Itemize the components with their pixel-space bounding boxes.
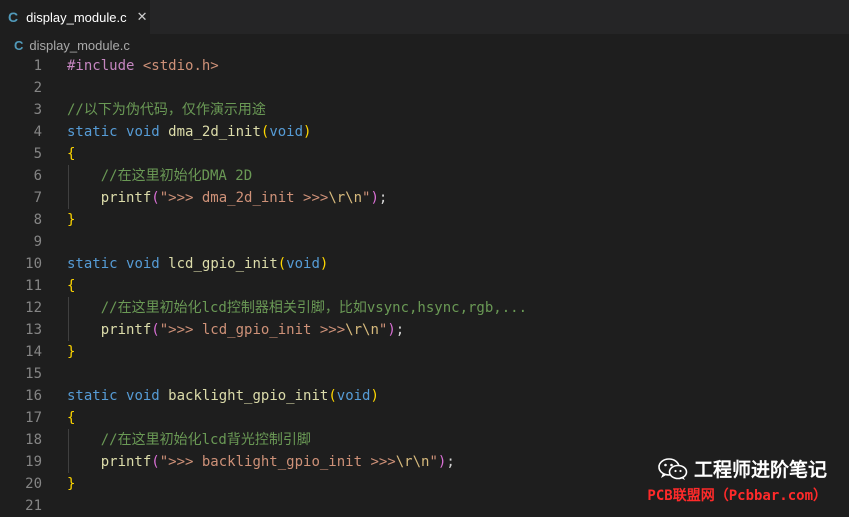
tab-bar: C display_module.c ✕ — [0, 0, 849, 34]
code-line: //在这里初始化DMA 2D — [67, 165, 252, 187]
watermark-title: 工程师进阶笔记 — [693, 459, 827, 481]
code-token: \r\n — [328, 190, 363, 206]
line-number: 13 — [25, 322, 42, 338]
code-token: //在这里初始化DMA 2D — [100, 168, 253, 184]
code-token: void — [126, 388, 160, 404]
code-token: void — [126, 256, 160, 272]
code-line: static void lcd_gpio_init(void) — [67, 253, 328, 275]
line-number: 9 — [33, 234, 42, 250]
code-token: ">>> lcd_gpio_init >>> — [159, 322, 346, 338]
line-number: 11 — [25, 278, 42, 294]
code-token: { — [67, 410, 76, 426]
code-line: { — [67, 275, 75, 297]
code-token: ">>> dma_2d_init >>> — [159, 190, 329, 206]
code-editor[interactable]: 1 #include <stdio.h> 2 3 //以下为伪代码，仅作演示用途 4… — [0, 55, 849, 514]
line-number: 19 — [25, 454, 42, 470]
code-line: //在这里初始化lcd背光控制引脚 — [67, 429, 311, 451]
code-token: ; — [378, 190, 388, 206]
code-token: " — [429, 454, 438, 470]
line-number: 18 — [25, 432, 42, 448]
code-line: printf(">>> lcd_gpio_init >>>\r\n"); — [67, 319, 404, 341]
code-token: ) — [319, 256, 329, 272]
code-line: #include <stdio.h> — [67, 55, 219, 77]
code-token: #include — [67, 58, 135, 74]
code-token: ; — [395, 322, 405, 338]
code-line: } — [67, 341, 75, 363]
code-token: } — [67, 344, 76, 360]
line-number: 16 — [25, 388, 42, 404]
watermark-subtitle: PCB联盟网（Pcbbar.com） — [647, 488, 827, 504]
code-token: ) — [387, 322, 396, 338]
code-token: backlight_gpio_init — [168, 388, 329, 404]
close-icon[interactable]: ✕ — [137, 10, 148, 25]
code-token: dma_2d_init — [168, 124, 261, 140]
code-line: //在这里初始化lcd控制器相关引脚，比如vsync,hsync,rgb,... — [67, 297, 527, 319]
code-token: } — [67, 212, 76, 228]
line-number: 1 — [33, 58, 42, 74]
code-token: printf — [100, 322, 152, 338]
line-number: 6 — [33, 168, 42, 184]
code-token: static — [67, 124, 118, 140]
c-file-icon: C — [14, 37, 24, 53]
breadcrumb: C display_module.c — [0, 34, 849, 56]
code-line: printf(">>> backlight_gpio_init >>>\r\n"… — [67, 451, 455, 473]
code-token: lcd_gpio_init — [168, 256, 278, 272]
line-number: 2 — [33, 80, 42, 96]
line-number: 8 — [33, 212, 42, 228]
line-number: 14 — [25, 344, 42, 360]
code-token: printf — [100, 190, 152, 206]
code-token: void — [126, 124, 160, 140]
code-line: { — [67, 407, 75, 429]
code-line: //以下为伪代码，仅作演示用途 — [67, 99, 266, 121]
tab-title: display_module.c — [26, 9, 127, 25]
code-token: ( — [151, 190, 160, 206]
code-token: ">>> backlight_gpio_init >>> — [159, 454, 396, 470]
code-token: void — [286, 256, 320, 272]
code-token: { — [67, 146, 76, 162]
line-number: 5 — [33, 146, 42, 162]
code-token: static — [67, 256, 118, 272]
code-token: { — [67, 278, 76, 294]
line-number: 21 — [25, 498, 42, 514]
line-number: 20 — [25, 476, 42, 492]
breadcrumb-file[interactable]: display_module.c — [29, 38, 129, 53]
code-token: } — [67, 476, 76, 492]
code-token: ) — [303, 124, 312, 140]
code-line: static void backlight_gpio_init(void) — [67, 385, 379, 407]
line-number: 7 — [33, 190, 42, 206]
code-token: <stdio.h> — [134, 58, 219, 74]
code-token: //以下为伪代码，仅作演示用途 — [67, 102, 266, 118]
code-line: { — [67, 143, 75, 165]
code-token: static — [67, 388, 118, 404]
code-token: void — [269, 124, 304, 140]
line-number: 17 — [25, 410, 42, 426]
code-token: ; — [446, 454, 455, 470]
code-line: static void dma_2d_init(void) — [67, 121, 311, 143]
code-token: \r\n — [345, 322, 379, 338]
code-token: //在这里初始化lcd背光控制引脚 — [100, 432, 311, 448]
line-number: 3 — [33, 102, 42, 118]
tab-display-module[interactable]: C display_module.c ✕ — [0, 0, 150, 34]
code-token: ( — [151, 322, 160, 338]
code-token: ) — [370, 190, 379, 206]
code-token: printf — [100, 454, 152, 470]
c-file-icon: C — [8, 9, 19, 25]
code-line: } — [67, 209, 75, 231]
code-line: printf(">>> dma_2d_init >>>\r\n"); — [67, 187, 388, 209]
code-line: } — [67, 473, 75, 495]
code-token: ) — [370, 388, 379, 404]
line-number: 4 — [33, 124, 42, 140]
line-number: 10 — [25, 256, 42, 272]
code-token: void — [336, 388, 371, 404]
code-token: ( — [277, 256, 287, 272]
code-token: \r\n — [395, 454, 430, 470]
watermark: 工程师进阶笔记 PCB联盟网（Pcbbar.com） — [647, 455, 827, 504]
code-token: //在这里初始化lcd控制器相关引脚，比如vsync,hsync,rgb,... — [100, 300, 528, 316]
wechat-icon — [658, 457, 688, 480]
line-number: 12 — [25, 300, 42, 316]
line-number: 15 — [25, 366, 42, 382]
code-token: ( — [151, 454, 160, 470]
code-token: ( — [328, 388, 337, 404]
